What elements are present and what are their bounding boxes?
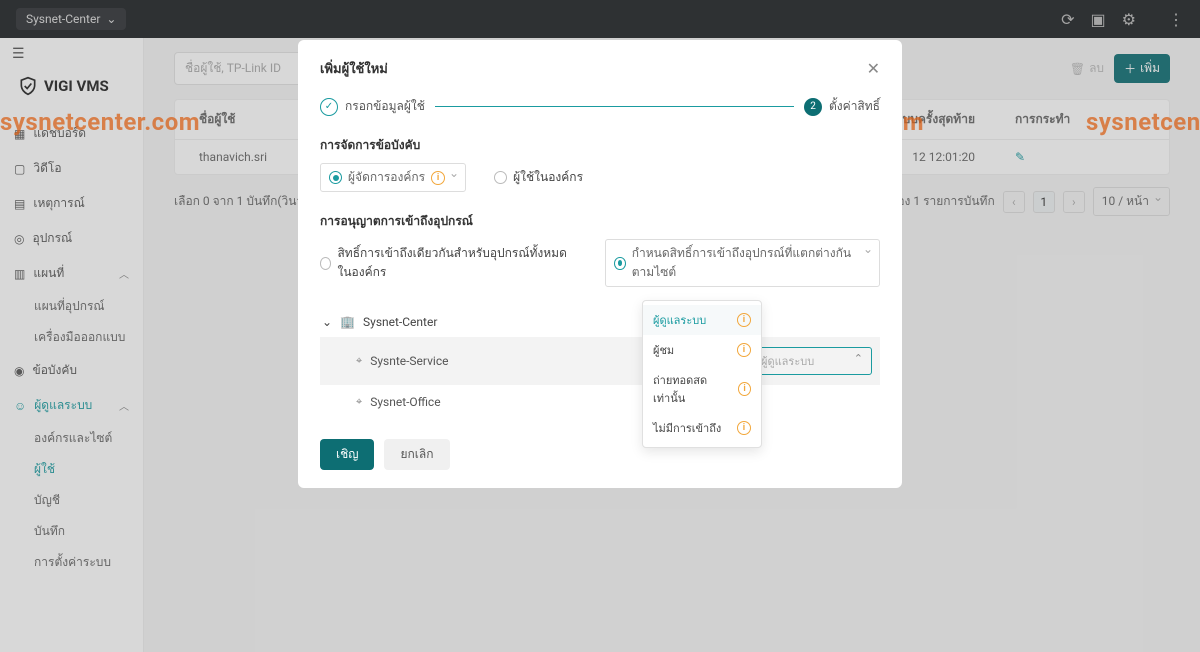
stepper: ✓ กรอกข้อมูลผู้ใช้ 2 ตั้งค่าสิทธิ์ [320, 97, 880, 116]
dropdown-item[interactable]: ไม่มีการเข้าถึง i [643, 413, 761, 443]
cancel-button[interactable]: ยกเลิก [384, 439, 449, 470]
radio-label: ผู้จัดการองค์กร [348, 168, 425, 187]
info-icon[interactable]: i [431, 171, 445, 185]
role-dropdown: ผู้ดูแลระบบ i ผู้ชม i ถ่ายทอดสดเท่านั้น i ไ… [642, 300, 762, 448]
radio-label: กำหนดสิทธิ์การเข้าถึงอุปกรณ์ที่แตกต่างกั… [632, 244, 859, 282]
radio-per-site[interactable]: กำหนดสิทธิ์การเข้าถึงอุปกรณ์ที่แตกต่างกั… [605, 239, 880, 287]
building-icon: 🏢 [340, 315, 355, 329]
radio-org-user[interactable]: ผู้ใช้ในองค์กร [494, 163, 583, 192]
modal-title: เพิ่มผู้ใช้ใหม่ [320, 58, 388, 79]
device-section-title: การอนุญาตการเข้าถึงอุปกรณ์ [320, 212, 880, 231]
org-section-title: การจัดการข้อบังคับ [320, 136, 880, 155]
close-icon[interactable]: ✕ [867, 59, 880, 78]
role-select[interactable]: ผู้ดูแลระบบ [752, 347, 872, 375]
info-icon[interactable]: i [738, 382, 751, 396]
radio-org-admin[interactable]: ผู้จัดการองค์กร i [320, 163, 466, 192]
radio-label: สิทธิ์การเข้าถึงเดียวกันสำหรับอุปกรณ์ทั้… [337, 244, 577, 282]
modal-overlay: เพิ่มผู้ใช้ใหม่ ✕ ✓ กรอกข้อมูลผู้ใช้ 2 ต… [0, 0, 1200, 652]
dropdown-label: ไม่มีการเข้าถึง [653, 419, 721, 437]
step1-circle: ✓ [320, 98, 338, 116]
add-user-modal: เพิ่มผู้ใช้ใหม่ ✕ ✓ กรอกข้อมูลผู้ใช้ 2 ต… [298, 40, 902, 488]
site-row[interactable]: ⌖ Sysnet-Office [320, 385, 880, 419]
dropdown-item[interactable]: ถ่ายทอดสดเท่านั้น i [643, 365, 761, 413]
chevron-down-icon: ⌄ [322, 315, 332, 329]
site-row[interactable]: ⌖ Sysnte-Service ผู้ดูแลระบบ [320, 337, 880, 385]
location-icon: ⌖ [356, 395, 362, 409]
info-icon[interactable]: i [737, 421, 751, 435]
dropdown-label: ถ่ายทอดสดเท่านั้น [653, 371, 732, 407]
dropdown-item[interactable]: ผู้ชม i [643, 335, 761, 365]
step2-label: ตั้งค่าสิทธิ์ [829, 97, 880, 116]
location-icon: ⌖ [356, 354, 362, 368]
org-name: Sysnet-Center [363, 315, 437, 329]
step2-circle: 2 [804, 98, 822, 116]
step1-label: กรอกข้อมูลผู้ใช้ [345, 97, 425, 116]
site-name: Sysnte-Service [370, 354, 448, 368]
info-icon[interactable]: i [737, 313, 751, 327]
invite-button[interactable]: เชิญ [320, 439, 374, 470]
radio-same-access[interactable]: สิทธิ์การเข้าถึงเดียวกันสำหรับอุปกรณ์ทั้… [320, 239, 577, 287]
dropdown-item[interactable]: ผู้ดูแลระบบ i [643, 305, 761, 335]
info-icon[interactable]: i [737, 343, 751, 357]
site-name: Sysnet-Office [370, 395, 440, 409]
org-row[interactable]: ⌄ 🏢 Sysnet-Center [320, 307, 880, 337]
dropdown-label: ผู้ชม [653, 341, 674, 359]
dropdown-label: ผู้ดูแลระบบ [653, 311, 706, 329]
radio-label: ผู้ใช้ในองค์กร [513, 168, 583, 187]
